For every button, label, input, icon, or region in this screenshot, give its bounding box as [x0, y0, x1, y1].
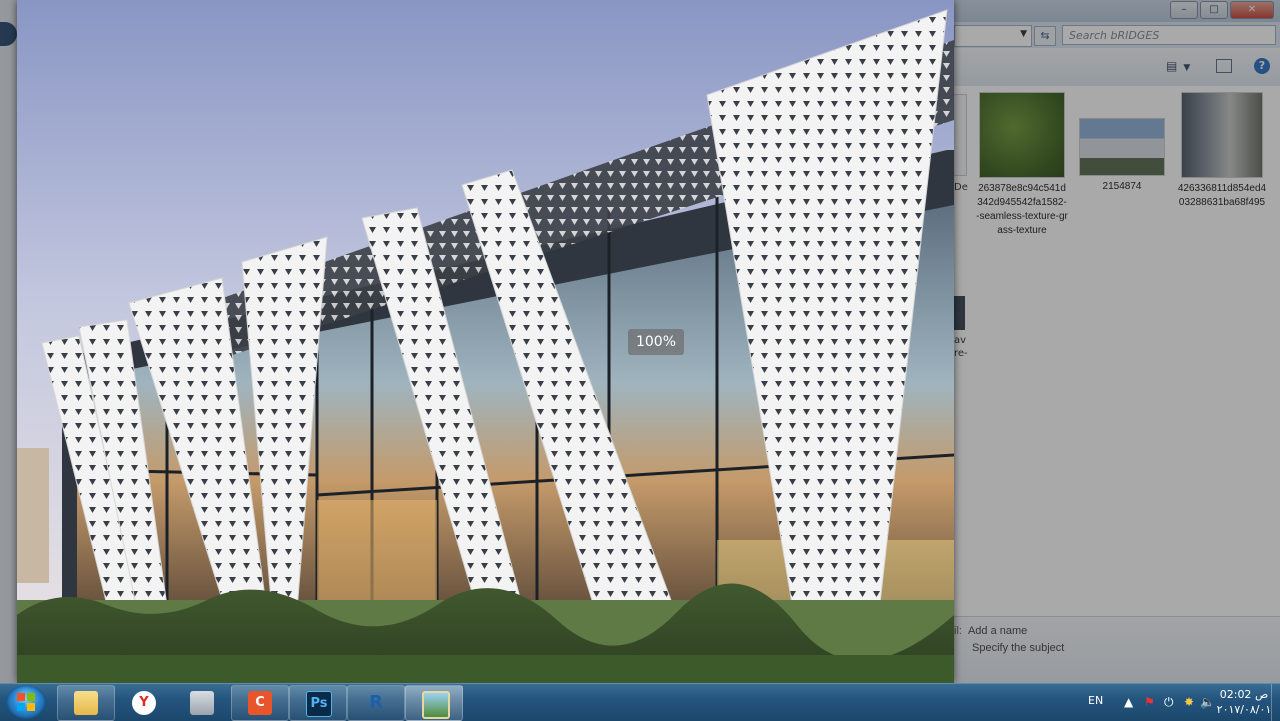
- volume-icon[interactable]: 🔈: [1200, 695, 1215, 709]
- close-button[interactable]: ✕: [1230, 1, 1274, 19]
- taskbar-revit-button[interactable]: R: [347, 685, 405, 721]
- calculator-icon: [190, 691, 214, 715]
- file-name: 2154874: [1102, 181, 1142, 192]
- action-center-icon[interactable]: ⚑: [1144, 695, 1155, 709]
- explorer-titlebar: – □ ✕: [954, 0, 1280, 22]
- file-item[interactable]: 426336811d854ed403288631ba68f495: [1176, 92, 1268, 210]
- photoshop-icon: Ps: [306, 691, 332, 717]
- help-icon[interactable]: ?: [1254, 58, 1270, 74]
- photo-viewer-icon: [422, 691, 450, 719]
- explorer-left-edge: [0, 0, 17, 683]
- minimize-button[interactable]: –: [1170, 1, 1198, 19]
- folder-icon: [74, 691, 98, 715]
- language-indicator[interactable]: EN: [1088, 694, 1103, 707]
- start-button[interactable]: [6, 685, 46, 719]
- file-name: av re-: [954, 335, 968, 359]
- taskbar-calculator-button[interactable]: [173, 685, 231, 721]
- power-icon[interactable]: ⏻: [1164, 695, 1174, 710]
- building-thumbnail: [1079, 118, 1165, 176]
- file-name: De: [954, 182, 968, 193]
- taskbar-yandex-button[interactable]: Y: [115, 685, 173, 721]
- file-thumbnail[interactable]: [954, 296, 965, 330]
- address-bar[interactable]: ▼: [954, 25, 1032, 47]
- taskbar: Y C Ps R EN ▲ ⚑ ⏻ ✸ 02:02 ص ٢٠١٧/٠٨/٠١ 🔈: [0, 683, 1280, 721]
- revit-icon: R: [369, 692, 383, 713]
- command-bar: ▤ ▼ ?: [954, 48, 1280, 87]
- yandex-browser-icon: Y: [132, 691, 156, 715]
- file-item[interactable]: 263878e8c94c541d342d945542fa1582--seamle…: [976, 92, 1068, 238]
- clock-time: 02:02 ص: [1219, 688, 1269, 701]
- preview-pane-icon[interactable]: [1216, 59, 1232, 73]
- file-item[interactable]: 2154874: [1076, 92, 1168, 194]
- photo-viewer-image[interactable]: 100%: [17, 0, 954, 683]
- refresh-icon[interactable]: ⇆: [1034, 26, 1056, 46]
- zoom-level-badge: 100%: [628, 329, 684, 355]
- window-controls: – □ ✕: [1170, 1, 1274, 19]
- address-row: ▼ ⇆ Search bRIDGES: [954, 22, 1280, 48]
- taskbar-photo-viewer-button[interactable]: [405, 685, 463, 721]
- file-thumbnail[interactable]: [954, 94, 967, 176]
- building-thumbnail: [1181, 92, 1263, 178]
- back-button[interactable]: [0, 22, 17, 46]
- file-name: 426336811d854ed403288631ba68f495: [1177, 183, 1267, 208]
- system-tray: EN ▲ ⚑ ⏻ ✸ 02:02 ص ٢٠١٧/٠٨/٠١ 🔈: [1040, 684, 1280, 721]
- subject-field[interactable]: Specify the subject: [972, 642, 1064, 654]
- camtasia-icon: C: [248, 691, 272, 715]
- file-name: 263878e8c94c541d342d945542fa1582--seamle…: [976, 183, 1068, 236]
- clock[interactable]: 02:02 ص ٢٠١٧/٠٨/٠١: [1216, 687, 1272, 717]
- authors-label: il:: [954, 625, 962, 637]
- chevron-down-icon[interactable]: ▼: [1020, 29, 1027, 39]
- authors-field[interactable]: Add a name: [968, 625, 1027, 637]
- network-icon[interactable]: ✸: [1184, 695, 1194, 709]
- windows-logo-icon: [17, 693, 35, 711]
- search-input[interactable]: Search bRIDGES: [1062, 25, 1276, 45]
- authors-row: il: Add a name: [954, 625, 1027, 637]
- taskbar-photoshop-button[interactable]: Ps: [289, 685, 347, 721]
- taskbar-camtasia-button[interactable]: C: [231, 685, 289, 721]
- change-view-button[interactable]: ▤ ▼: [1166, 59, 1190, 73]
- maximize-button[interactable]: □: [1200, 1, 1228, 19]
- grass-thumbnail: [979, 92, 1065, 178]
- file-list: De av re- 263878e8c94c541d342d945542fa15…: [954, 86, 1280, 616]
- clock-date: ٢٠١٧/٠٨/٠١: [1216, 703, 1272, 716]
- details-pane: il: Add a name Specify the subject: [954, 616, 1280, 684]
- taskbar-explorer-button[interactable]: [57, 685, 115, 721]
- chevron-down-icon[interactable]: ▼: [1183, 63, 1190, 73]
- show-desktop-button[interactable]: [1271, 684, 1280, 721]
- subject-row: Specify the subject: [966, 642, 1064, 654]
- show-hidden-icons-icon[interactable]: ▲: [1124, 695, 1133, 709]
- building-photo: [17, 0, 954, 683]
